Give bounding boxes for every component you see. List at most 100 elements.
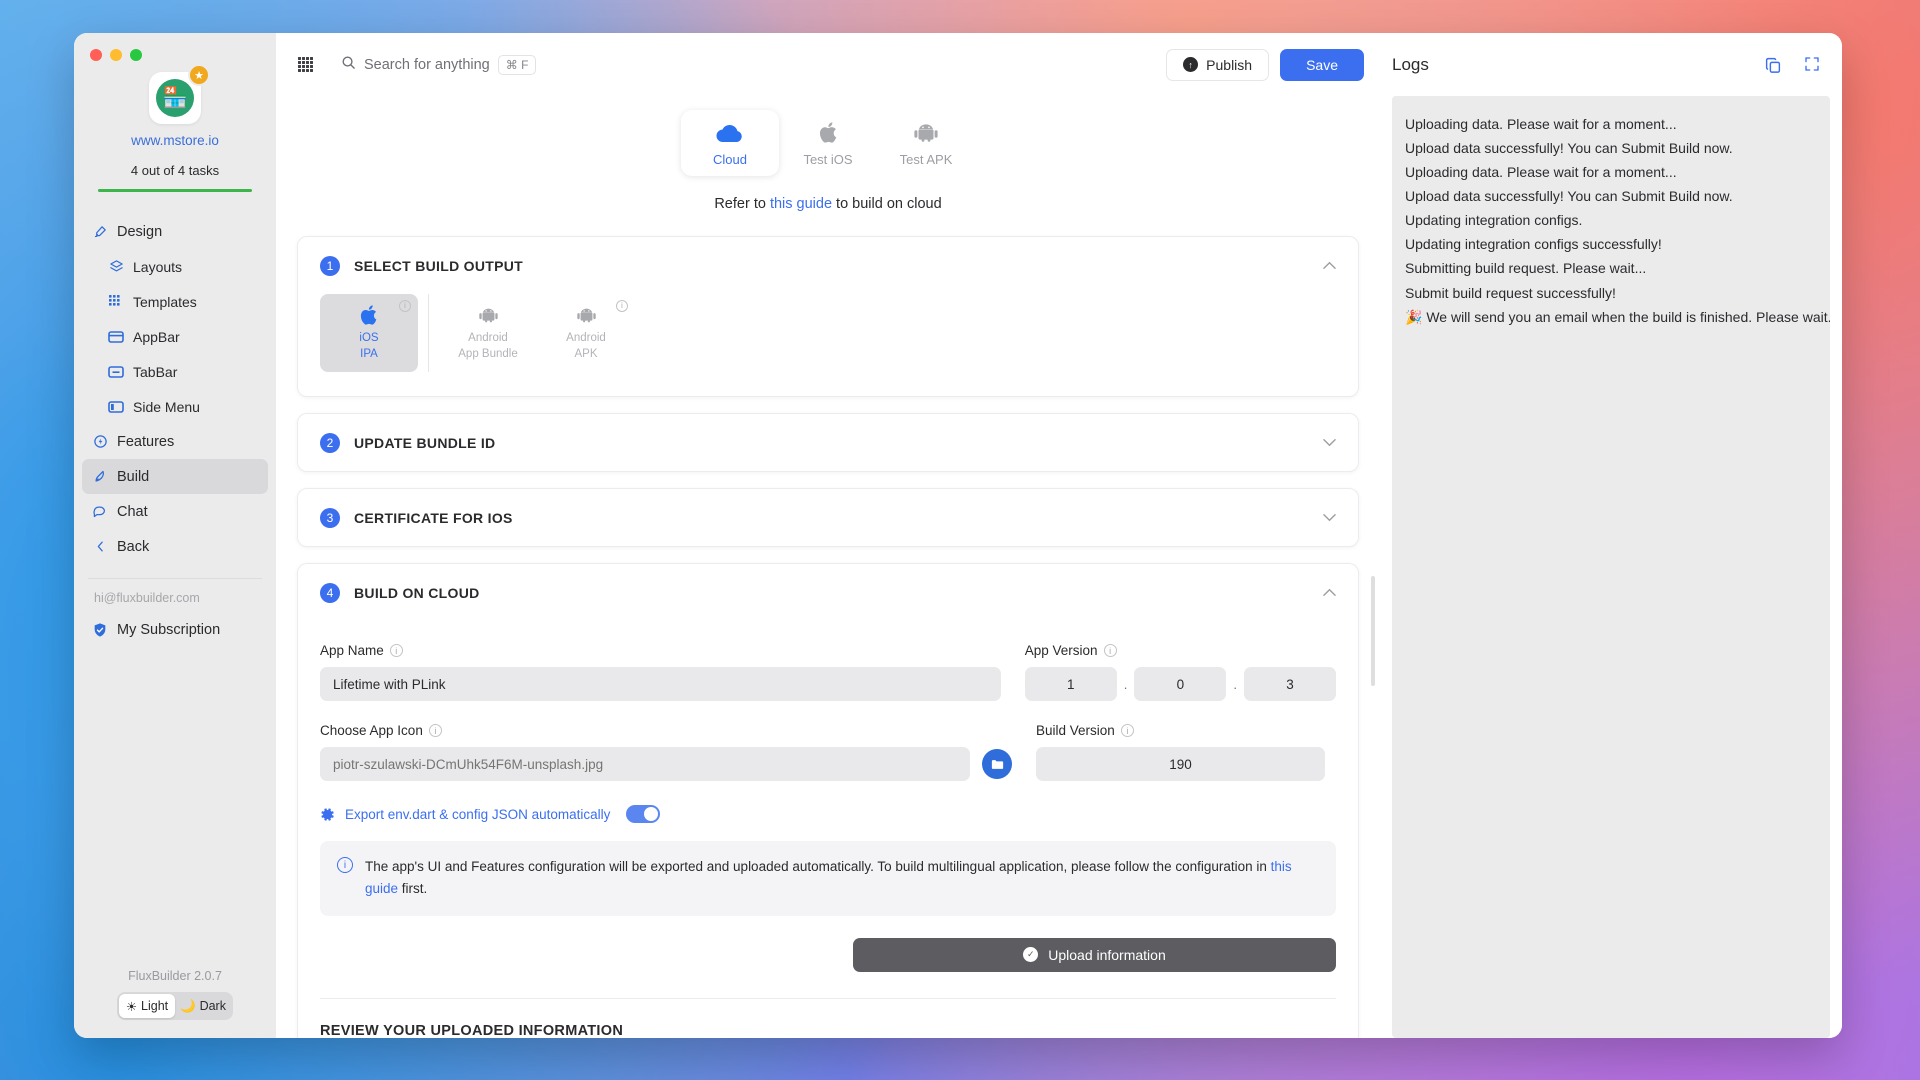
sun-icon: ☀ (125, 999, 138, 1014)
build-output-android-app-bundle[interactable]: Android App Bundle (439, 294, 537, 372)
export-config-toggle[interactable] (626, 805, 661, 823)
chat-bubble-icon (92, 504, 108, 520)
section-header[interactable]: 1 SELECT BUILD OUTPUT (298, 237, 1358, 294)
publish-button[interactable]: ↑ Publish (1166, 48, 1270, 81)
section-header[interactable]: 3 CERTIFICATE FOR IOS (298, 489, 1358, 546)
chevron-up-icon[interactable] (1323, 261, 1336, 270)
sidebar-item-side-menu[interactable]: Side Menu (82, 389, 268, 424)
search-placeholder: Search for anything (364, 56, 490, 73)
site-url-link[interactable]: www.mstore.io (74, 133, 276, 148)
app-icon-input[interactable] (320, 747, 970, 781)
info-icon[interactable]: i (1120, 724, 1134, 737)
appbar-icon (108, 329, 124, 345)
info-icon[interactable]: i (399, 300, 411, 312)
build-output-android-apk[interactable]: i Android APK (537, 294, 635, 372)
refer-guide-text: Refer to this guide to build on cloud (276, 196, 1380, 212)
sidebar-item-layouts[interactable]: Layouts (82, 249, 268, 284)
refer-suffix: to build on cloud (832, 196, 942, 212)
export-config-label: Export env.dart & config JSON automatica… (345, 806, 611, 822)
theme-option-light[interactable]: ☀ Light (119, 994, 175, 1018)
log-line: Submit build request successfully! (1405, 284, 1616, 301)
logs-actions (1764, 56, 1820, 74)
vertical-scrollbar[interactable] (1371, 576, 1375, 686)
info-icon[interactable]: i (428, 724, 442, 737)
apps-grid-icon[interactable] (298, 57, 313, 72)
build-scroll-area: Cloud Test iOS Test APK Refer to this gu… (276, 96, 1380, 1038)
chevron-down-icon[interactable] (1323, 513, 1336, 522)
chevron-down-icon[interactable] (1323, 438, 1336, 447)
toggle-knob (644, 807, 659, 821)
app-icon-build-version-row: Choose App Icon i piotr-szulawski-DCmUhk… (320, 723, 1336, 781)
build-output-options: i iOS IPA Android App Bundle i Android A… (298, 294, 1358, 396)
refer-guide-link[interactable]: this guide (770, 196, 832, 212)
theme-toggle[interactable]: ☀ Light 🌙 Dark (117, 992, 233, 1020)
theme-option-dark[interactable]: 🌙 Dark (175, 994, 231, 1018)
sidebar-item-my-subscription[interactable]: My Subscription (82, 614, 268, 646)
sidebar-item-build[interactable]: Build (82, 459, 268, 494)
chevron-left-icon (92, 539, 108, 555)
sidebar-item-back[interactable]: Back (82, 529, 268, 564)
sidebar-item-chat[interactable]: Chat (82, 494, 268, 529)
build-version-input[interactable] (1036, 747, 1325, 781)
save-button[interactable]: Save (1280, 48, 1364, 81)
check-circle-icon: ✓ (1023, 947, 1039, 963)
logs-output[interactable]: Uploading data. Please wait for a moment… (1392, 96, 1830, 1038)
gear-icon (320, 807, 335, 822)
notice-text-wrap: The app's UI and Features configuration … (365, 856, 1319, 901)
tab-test-ios[interactable]: Test iOS (779, 110, 877, 176)
moon-icon: 🌙 (180, 998, 196, 1013)
sidebar-item-label: Features (117, 433, 175, 450)
tab-test-apk[interactable]: Test APK (877, 110, 975, 176)
section-header[interactable]: 4 BUILD ON CLOUD (298, 564, 1358, 621)
info-icon[interactable]: i (1103, 644, 1117, 657)
choose-file-button[interactable] (982, 749, 1012, 779)
sidebar-item-label: Design (117, 223, 163, 240)
sidebar-item-tabbar[interactable]: TabBar (82, 354, 268, 389)
apple-icon (360, 303, 378, 327)
android-icon (576, 303, 596, 327)
sidebar-item-label: Templates (133, 293, 197, 310)
minimize-window-button[interactable] (110, 49, 122, 61)
shield-check-icon (92, 622, 108, 638)
sidebar: 🏪 ★ www.mstore.io 4 out of 4 tasks Desig… (74, 33, 276, 1038)
app-version-patch-input[interactable] (1244, 667, 1336, 701)
app-name-label-wrap: App Name i (320, 643, 1001, 658)
search-input[interactable]: Search for anything ⌘ F (341, 54, 537, 75)
upload-button-label: Upload information (1048, 946, 1166, 963)
output-line2: App Bundle (458, 348, 518, 360)
sidebar-item-templates[interactable]: Templates (82, 284, 268, 319)
sidebar-item-design[interactable]: Design (82, 214, 268, 249)
section-header[interactable]: 2 UPDATE BUNDLE ID (298, 414, 1358, 471)
close-window-button[interactable] (90, 49, 102, 61)
section-title: UPDATE BUNDLE ID (354, 434, 496, 451)
app-version-minor-input[interactable] (1134, 667, 1227, 701)
app-logo-tile[interactable]: 🏪 ★ (149, 64, 210, 124)
app-name-input[interactable] (320, 667, 1001, 701)
copy-icon[interactable] (1764, 56, 1782, 74)
log-line: Uploading data. Please wait for a moment… (1405, 116, 1677, 132)
info-icon[interactable]: i (616, 300, 628, 312)
publish-label: Publish (1206, 56, 1253, 73)
version-separator: . (1233, 676, 1237, 692)
theme-dark-label: Dark (199, 999, 226, 1013)
upload-information-button[interactable]: ✓ Upload information (853, 937, 1336, 972)
expand-icon[interactable] (1804, 56, 1820, 74)
output-line2: IPA (360, 348, 378, 360)
app-version-field: App Version i . . (1024, 643, 1336, 701)
export-notice: i The app's UI and Features configuratio… (320, 841, 1336, 916)
top-toolbar: Search for anything ⌘ F ↑ Publish Save (276, 33, 1380, 96)
sidebar-item-features[interactable]: Features (82, 424, 268, 459)
sidebar-item-appbar[interactable]: AppBar (82, 319, 268, 354)
app-icon-label-wrap: Choose App Icon i (320, 723, 1012, 738)
tab-cloud[interactable]: Cloud (681, 110, 779, 176)
maximize-window-button[interactable] (130, 49, 142, 61)
app-version-major-input[interactable] (1024, 667, 1117, 701)
sidebar-brand: 🏪 ★ www.mstore.io 4 out of 4 tasks (74, 61, 276, 192)
step-number: 2 (320, 432, 340, 453)
info-icon[interactable]: i (389, 644, 403, 657)
app-version-label: App Version (1024, 643, 1098, 658)
logs-panel: Logs Uploading data. Please wait for a m… (1380, 33, 1842, 1038)
publish-upload-icon: ↑ (1183, 57, 1199, 72)
build-output-ios-ipa[interactable]: i iOS IPA (320, 294, 418, 372)
chevron-up-icon[interactable] (1323, 588, 1336, 597)
